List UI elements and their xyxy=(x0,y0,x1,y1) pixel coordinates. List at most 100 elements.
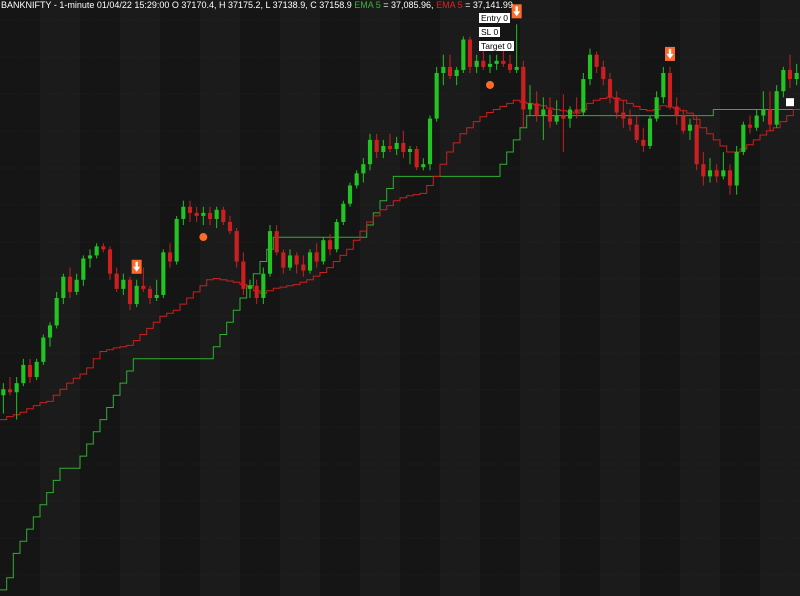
candle-body xyxy=(587,54,593,80)
chart-header: BANKNIFTY - 1-minute 01/04/22 15:29:00 O… xyxy=(1,0,513,11)
candle-body xyxy=(214,209,219,219)
candle-body xyxy=(81,258,86,280)
chart-window: BANKNIFTY - 1-minute 01/04/22 15:29:00 O… xyxy=(0,0,800,596)
candle-body xyxy=(474,60,479,67)
ema-slow-label: EMA 5 xyxy=(354,0,381,10)
candle-body xyxy=(774,91,779,125)
candle-body xyxy=(721,170,726,177)
candle-body xyxy=(21,364,26,384)
candle-body xyxy=(747,124,753,128)
candle-body xyxy=(361,164,366,174)
time-band xyxy=(280,0,320,596)
candle-body xyxy=(514,66,519,70)
candle-body xyxy=(114,273,119,289)
candle-body xyxy=(507,63,513,70)
candle-body xyxy=(441,66,446,73)
candle-body xyxy=(154,294,159,298)
candle-body xyxy=(281,252,286,268)
candle-body xyxy=(714,170,719,177)
candle-body xyxy=(654,97,659,119)
candle-body xyxy=(601,66,606,80)
candle-body xyxy=(41,337,46,362)
candle-body xyxy=(141,285,146,289)
target-tag: Target 0 xyxy=(479,41,514,51)
candle-body xyxy=(687,124,693,131)
candle-body xyxy=(221,209,226,222)
candle-body xyxy=(521,66,526,110)
candle-body xyxy=(354,173,359,186)
candle-body xyxy=(467,39,473,67)
candle-body xyxy=(667,72,673,107)
candle-body xyxy=(627,118,633,125)
candle-body xyxy=(234,231,239,262)
candle-body xyxy=(674,106,679,116)
ema-fast-value: = 37,141.99 xyxy=(462,0,513,10)
candle-body xyxy=(607,79,613,98)
candle-body xyxy=(87,255,93,259)
candle-body xyxy=(727,170,733,186)
candle-body xyxy=(694,124,699,165)
price-chart[interactable] xyxy=(0,0,800,596)
time-band xyxy=(200,0,240,596)
candle-body xyxy=(407,149,413,153)
candle-body xyxy=(227,221,233,232)
candle-body xyxy=(734,152,739,186)
candle-body xyxy=(294,255,299,265)
ema-slow-value: = 37,085.96, xyxy=(380,0,434,10)
candle-body xyxy=(421,164,426,168)
candle-body xyxy=(327,240,333,250)
candle-body xyxy=(681,115,686,131)
candle-body xyxy=(254,285,259,298)
candle-body xyxy=(494,60,499,64)
candle-body xyxy=(447,66,453,77)
candle-body xyxy=(341,203,346,222)
candle-body xyxy=(14,383,19,393)
candle-body xyxy=(761,109,766,116)
candle-body xyxy=(581,79,586,113)
time-band xyxy=(360,0,400,596)
candle-body xyxy=(567,109,573,119)
candle-body xyxy=(767,109,773,125)
sl-tag: SL 0 xyxy=(479,27,501,37)
candle-body xyxy=(167,252,173,262)
candle-body xyxy=(61,276,66,298)
candle-body xyxy=(34,361,39,378)
candle-body xyxy=(434,72,439,119)
candle-body xyxy=(554,115,559,122)
time-band xyxy=(440,0,480,596)
candle-body xyxy=(547,109,553,122)
candle-body xyxy=(94,246,99,256)
candle-body xyxy=(614,97,619,113)
candle-body xyxy=(381,145,386,153)
candle-body xyxy=(161,252,166,295)
candle-body xyxy=(241,261,246,289)
candle-body xyxy=(147,288,153,298)
candle-body xyxy=(187,206,193,213)
candle-body xyxy=(174,218,179,262)
candle-body xyxy=(321,240,326,262)
candle-body xyxy=(401,142,406,153)
candle-body xyxy=(621,112,626,119)
candle-body xyxy=(541,109,546,116)
candle-body xyxy=(527,103,533,110)
candle-body xyxy=(781,69,786,92)
candle-body xyxy=(461,39,466,70)
candle-body xyxy=(267,231,273,274)
candle-body xyxy=(194,212,199,216)
candle-body xyxy=(394,142,399,149)
candle-body xyxy=(561,115,566,119)
candle-body xyxy=(1,389,6,396)
candle-body xyxy=(101,246,106,250)
candle-body xyxy=(534,103,539,116)
candle-body xyxy=(67,276,73,292)
candle-body xyxy=(707,170,713,177)
candle-body xyxy=(754,115,759,128)
time-band xyxy=(40,0,80,596)
candle-body xyxy=(54,298,59,326)
candle-body xyxy=(701,164,706,177)
candle-body xyxy=(201,212,206,216)
candle-body xyxy=(287,255,293,268)
signal-square xyxy=(786,98,794,107)
candle-body xyxy=(387,145,393,149)
candle-body xyxy=(7,389,13,393)
